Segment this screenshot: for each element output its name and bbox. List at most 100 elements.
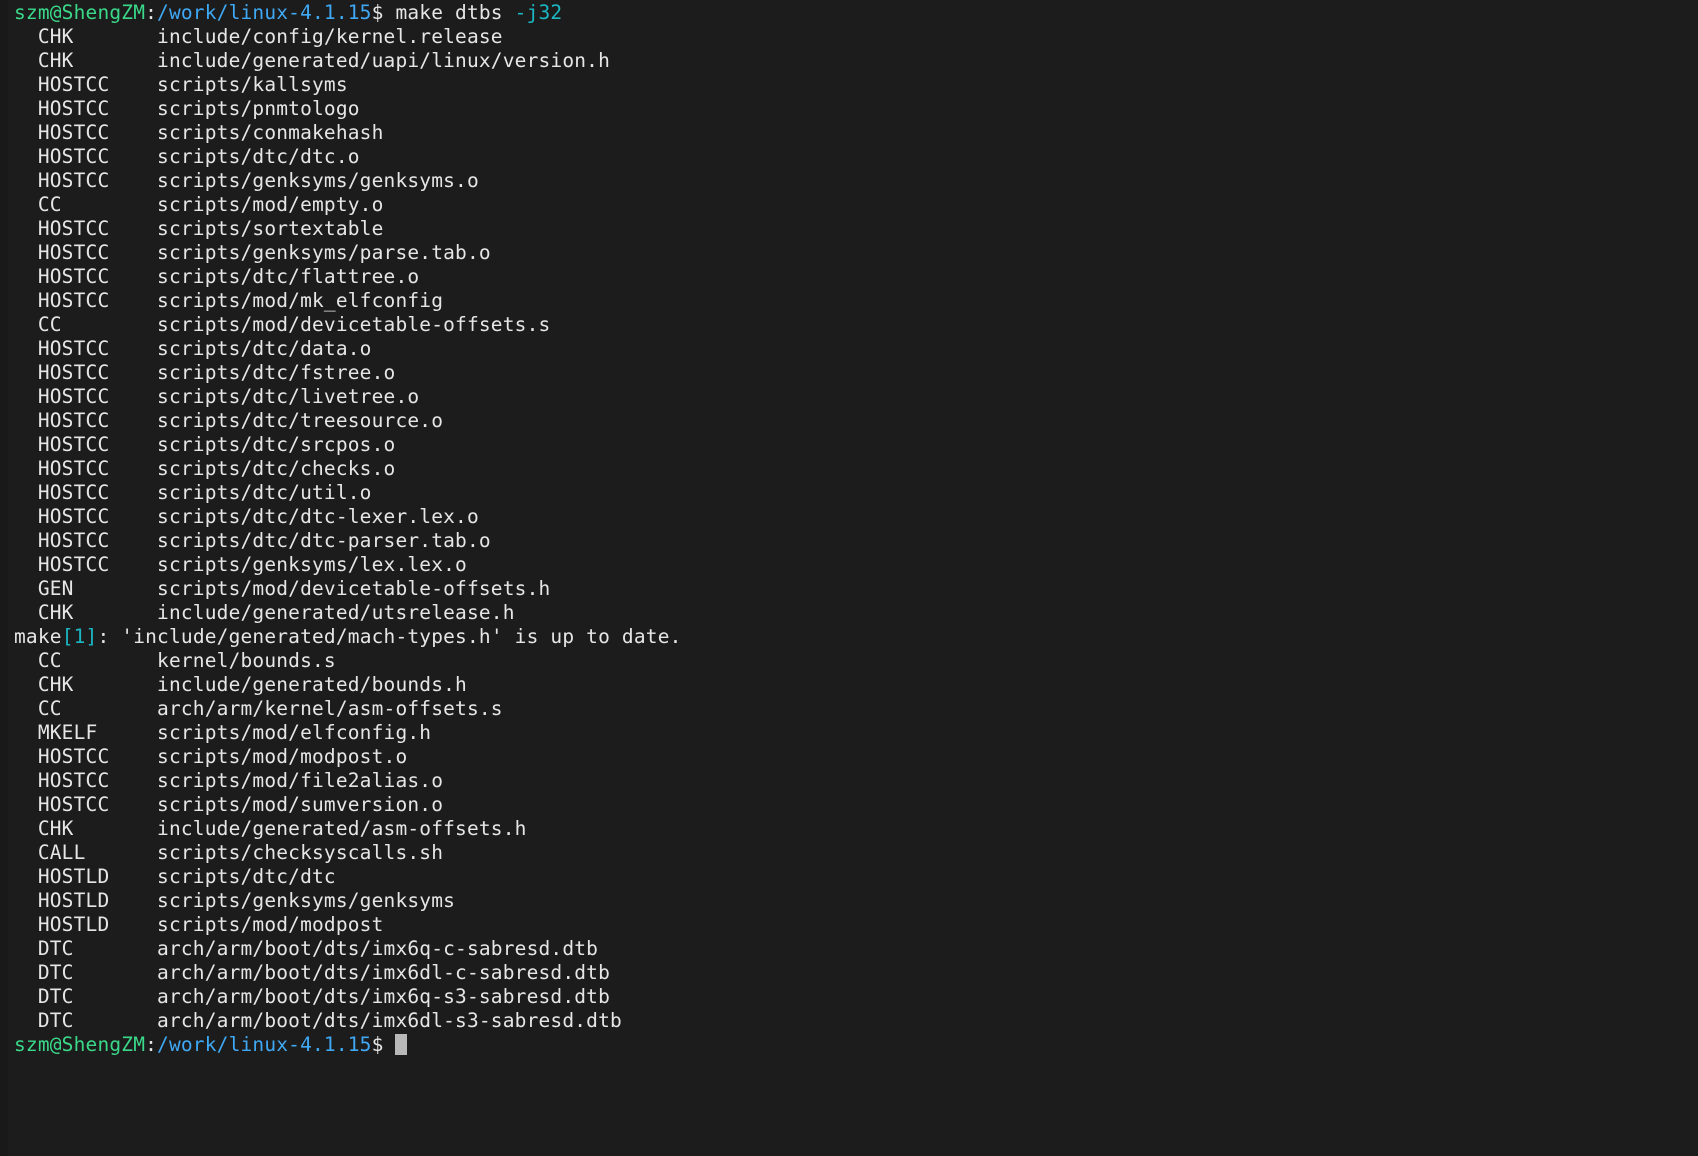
build-step-tag: DTC <box>14 1009 158 1032</box>
build-step-target: scripts/pnmtologo <box>157 97 360 120</box>
build-step-tag: HOSTCC <box>14 409 158 432</box>
build-output-line: HOSTCC scripts/conmakehash <box>14 121 1698 145</box>
build-output-line: HOSTCC scripts/mod/mk_elfconfig <box>14 289 1698 313</box>
prompt-user-host: szm@ShengZM <box>14 1033 146 1056</box>
build-step-tag: HOSTCC <box>14 529 158 552</box>
prompt-user-host: szm@ShengZM <box>14 1 146 24</box>
build-output-line: HOSTCC scripts/dtc/dtc-parser.tab.o <box>14 529 1698 553</box>
build-step-target: scripts/mod/sumversion.o <box>157 793 444 816</box>
build-output-line: HOSTCC scripts/pnmtologo <box>14 97 1698 121</box>
build-step-target: scripts/genksyms/genksyms <box>157 889 456 912</box>
build-step-target: arch/arm/boot/dts/imx6dl-c-sabresd.dtb <box>157 961 611 984</box>
build-output-line: CHK include/generated/uapi/linux/version… <box>14 49 1698 73</box>
build-step-target: arch/arm/boot/dts/imx6q-c-sabresd.dtb <box>157 937 599 960</box>
build-step-target: scripts/dtc/flattree.o <box>157 265 420 288</box>
build-step-tag: HOSTLD <box>14 913 158 936</box>
build-output-line: HOSTCC scripts/dtc/fstree.o <box>14 361 1698 385</box>
build-step-target: scripts/genksyms/parse.tab.o <box>157 241 491 264</box>
make-message-line: make[1]: 'include/generated/mach-types.h… <box>14 625 1698 649</box>
build-output-line: HOSTCC scripts/genksyms/lex.lex.o <box>14 553 1698 577</box>
build-step-target: include/generated/utsrelease.h <box>157 601 515 624</box>
build-step-tag: HOSTCC <box>14 769 158 792</box>
terminal-screen[interactable]: szm@ShengZM:/work/linux-4.1.15$ make dtb… <box>0 0 1698 1156</box>
build-output-line: HOSTCC scripts/genksyms/parse.tab.o <box>14 241 1698 265</box>
build-output-line: HOSTCC scripts/dtc/dtc-lexer.lex.o <box>14 505 1698 529</box>
build-step-tag: HOSTCC <box>14 97 158 120</box>
build-step-target: scripts/mod/file2alias.o <box>157 769 444 792</box>
build-step-target: scripts/mod/modpost.o <box>157 745 408 768</box>
build-output-line: HOSTCC scripts/sortextable <box>14 217 1698 241</box>
build-output-line: DTC arch/arm/boot/dts/imx6dl-s3-sabresd.… <box>14 1009 1698 1033</box>
build-output-line: CHK include/generated/asm-offsets.h <box>14 817 1698 841</box>
build-step-target: include/generated/uapi/linux/version.h <box>157 49 611 72</box>
build-step-target: include/config/kernel.release <box>157 25 503 48</box>
build-step-target: scripts/mod/devicetable-offsets.h <box>157 577 551 600</box>
build-step-target: scripts/dtc/dtc-parser.tab.o <box>157 529 491 552</box>
build-step-tag: CHK <box>14 601 158 624</box>
build-step-target: scripts/dtc/util.o <box>157 481 372 504</box>
build-step-tag: HOSTCC <box>14 481 158 504</box>
build-output-line: HOSTLD scripts/dtc/dtc <box>14 865 1698 889</box>
build-step-tag: HOSTCC <box>14 385 158 408</box>
build-output-line: HOSTCC scripts/kallsyms <box>14 73 1698 97</box>
build-step-tag: HOSTLD <box>14 865 158 888</box>
build-output-line: CC arch/arm/kernel/asm-offsets.s <box>14 697 1698 721</box>
build-step-tag: HOSTCC <box>14 361 158 384</box>
build-step-target: scripts/dtc/srcpos.o <box>157 433 396 456</box>
build-output-line: HOSTCC scripts/dtc/flattree.o <box>14 265 1698 289</box>
build-step-target: scripts/checksyscalls.sh <box>157 841 444 864</box>
build-step-tag: HOSTCC <box>14 505 158 528</box>
build-step-tag: HOSTCC <box>14 265 158 288</box>
build-output-line: HOSTCC scripts/dtc/srcpos.o <box>14 433 1698 457</box>
prompt-path: /work/linux-4.1.15 <box>157 1 372 24</box>
build-step-tag: DTC <box>14 985 158 1008</box>
prompt-colon: : <box>145 1033 158 1056</box>
build-output-line: DTC arch/arm/boot/dts/imx6dl-c-sabresd.d… <box>14 961 1698 985</box>
build-step-target: scripts/conmakehash <box>157 121 384 144</box>
build-output-block-1: CHK include/config/kernel.release CHK in… <box>14 25 1698 625</box>
build-output-line: CHK include/config/kernel.release <box>14 25 1698 49</box>
build-step-tag: HOSTCC <box>14 241 158 264</box>
build-step-target: scripts/kallsyms <box>157 73 348 96</box>
build-output-line: MKELF scripts/mod/elfconfig.h <box>14 721 1698 745</box>
build-step-tag: HOSTCC <box>14 553 158 576</box>
build-step-target: scripts/mod/devicetable-offsets.s <box>157 313 551 336</box>
prompt-colon: : <box>145 1 158 24</box>
build-step-target: scripts/dtc/checks.o <box>157 457 396 480</box>
build-step-target: kernel/bounds.s <box>157 649 336 672</box>
build-output-line: HOSTLD scripts/genksyms/genksyms <box>14 889 1698 913</box>
prompt-line-command: szm@ShengZM:/work/linux-4.1.15$ make dtb… <box>14 1 1698 25</box>
build-step-tag: CC <box>14 313 158 336</box>
build-step-target: scripts/dtc/data.o <box>157 337 372 360</box>
build-output-line: CHK include/generated/bounds.h <box>14 673 1698 697</box>
command-name: make dtbs <box>383 1 515 24</box>
build-output-line: DTC arch/arm/boot/dts/imx6q-s3-sabresd.d… <box>14 985 1698 1009</box>
build-step-tag: HOSTCC <box>14 337 158 360</box>
make-bracket-index: [1] <box>61 625 98 648</box>
build-step-target: scripts/mod/modpost <box>157 913 384 936</box>
build-step-target: scripts/dtc/fstree.o <box>157 361 396 384</box>
make-suffix: : 'include/generated/mach-types.h' is up… <box>97 625 682 648</box>
prompt-line-final: szm@ShengZM:/work/linux-4.1.15$ <box>14 1033 1698 1057</box>
build-step-tag: HOSTCC <box>14 289 158 312</box>
build-step-tag: HOSTCC <box>14 121 158 144</box>
build-step-tag: CALL <box>14 841 158 864</box>
build-step-tag: HOSTCC <box>14 145 158 168</box>
text-cursor[interactable] <box>395 1034 408 1055</box>
prompt-path: /work/linux-4.1.15 <box>157 1033 372 1056</box>
build-output-line: HOSTCC scripts/dtc/livetree.o <box>14 385 1698 409</box>
build-step-target: scripts/genksyms/lex.lex.o <box>157 553 467 576</box>
build-step-tag: HOSTCC <box>14 217 158 240</box>
build-step-target: scripts/sortextable <box>157 217 384 240</box>
build-output-line: HOSTLD scripts/mod/modpost <box>14 913 1698 937</box>
prompt-dollar: $ <box>371 1033 384 1056</box>
build-output-line: CC scripts/mod/empty.o <box>14 193 1698 217</box>
build-output-line: HOSTCC scripts/genksyms/genksyms.o <box>14 169 1698 193</box>
build-step-tag: CC <box>14 193 158 216</box>
build-step-target: scripts/dtc/treesource.o <box>157 409 444 432</box>
command-flag: -j32 <box>514 1 563 24</box>
build-output-line: HOSTCC scripts/dtc/dtc.o <box>14 145 1698 169</box>
build-step-target: scripts/dtc/dtc <box>157 865 336 888</box>
build-output-line: DTC arch/arm/boot/dts/imx6q-c-sabresd.dt… <box>14 937 1698 961</box>
terminal-window[interactable]: szm@ShengZM:/work/linux-4.1.15$ make dtb… <box>0 0 1698 1156</box>
